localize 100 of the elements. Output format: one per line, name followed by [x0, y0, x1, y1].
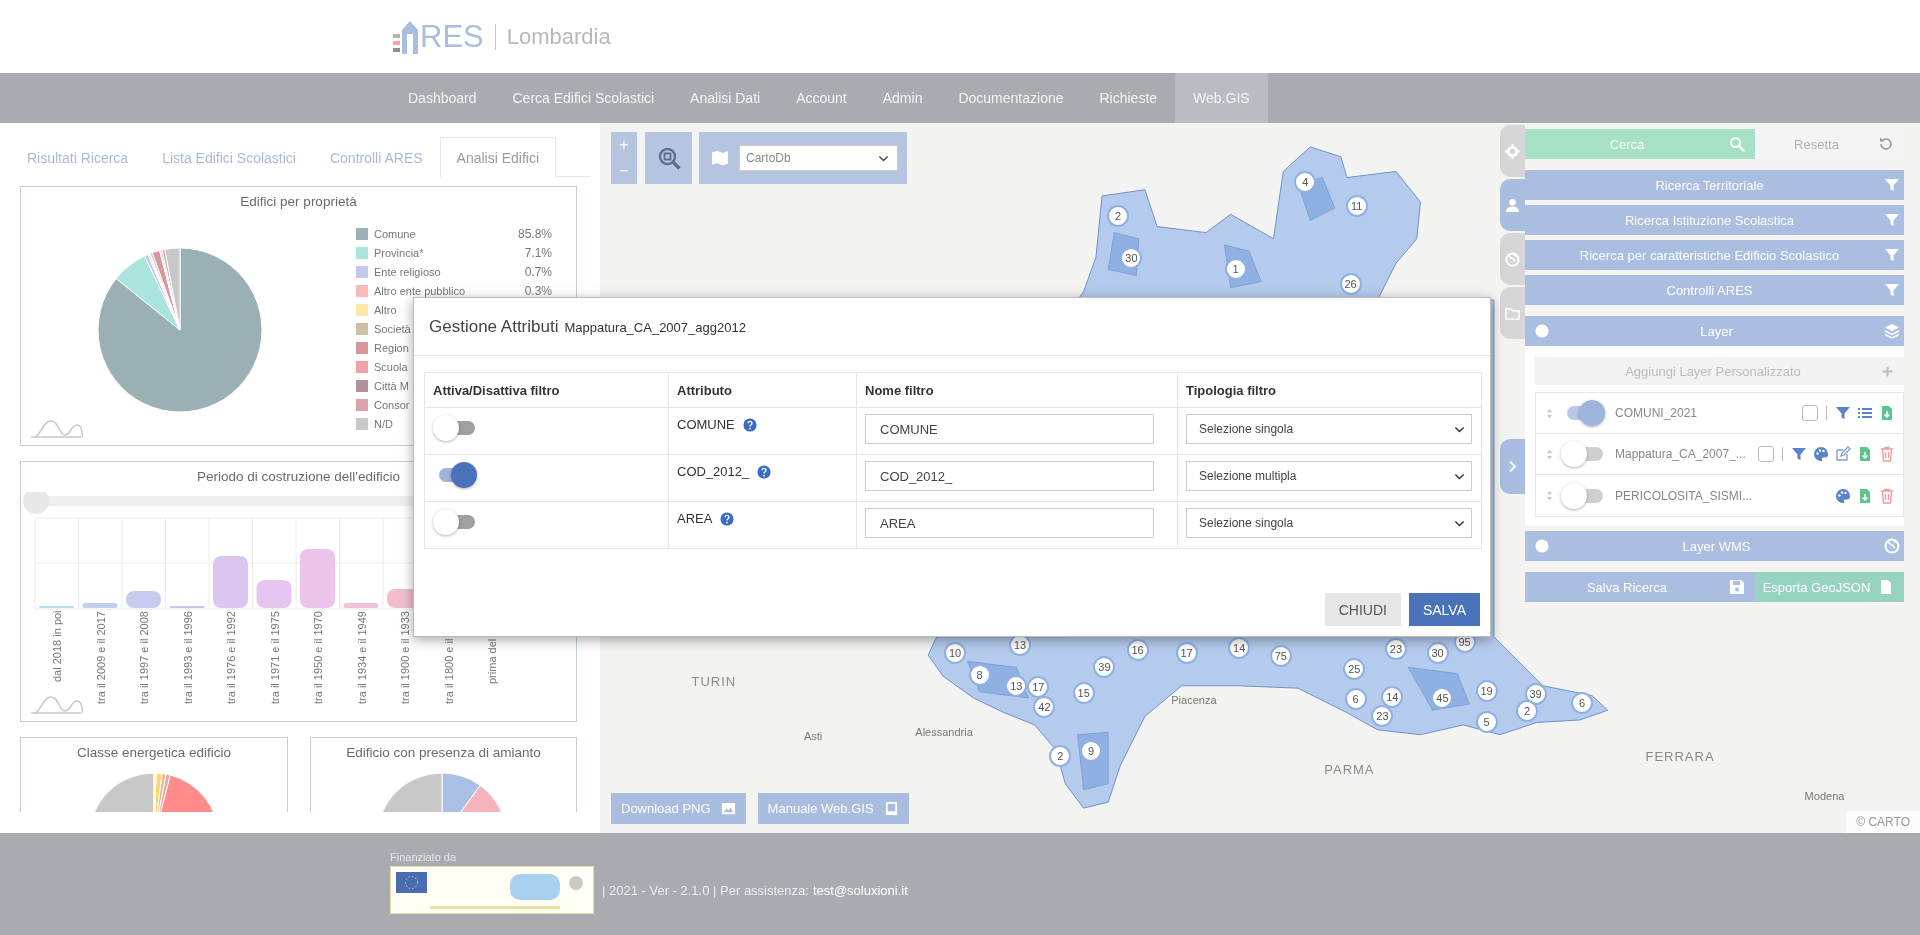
funded-by-text: Finanziato da: [390, 851, 458, 863]
drag-handle-icon[interactable]: [1544, 490, 1555, 501]
axis-label: tra il 1997 e il 2008: [138, 611, 150, 704]
logo-text: RES: [420, 18, 484, 55]
chart-title: Edifici per proprietà: [240, 194, 357, 209]
palette-icon[interactable]: [1835, 487, 1851, 504]
help-icon[interactable]: [720, 511, 735, 526]
list-icon[interactable]: [1857, 405, 1873, 421]
bar: [300, 549, 335, 608]
tablet-icon: [883, 801, 899, 816]
attribute-name: COD_2012_: [677, 464, 750, 479]
folder-icon: [1505, 305, 1520, 321]
axis-label: dal 2018 in poi: [51, 610, 63, 682]
toggle-switch[interactable]: [1561, 481, 1605, 510]
filter-icon: [1884, 212, 1900, 228]
edit-icon[interactable]: [1835, 446, 1851, 462]
axis-label: tra il 1934 e il 1949: [355, 611, 368, 704]
search-icon: [1729, 136, 1745, 152]
city-label: FERRARA: [1645, 748, 1715, 763]
column-header: Nome filtro: [856, 372, 1178, 408]
filter-icon: [1884, 177, 1900, 193]
legend-label: Consor: [374, 398, 410, 411]
globe-icon: [1505, 251, 1520, 267]
chart-title: Classe energetica edificio: [77, 745, 231, 760]
close-button[interactable]: CHIUDI: [1324, 593, 1401, 626]
filter-icon[interactable]: [1791, 446, 1807, 462]
legend-label: Altro: [374, 303, 397, 316]
legend-label: Provincia*: [374, 246, 424, 259]
globe-icon: [1884, 538, 1900, 554]
bar: [256, 580, 292, 608]
drag-handle-icon[interactable]: [1544, 448, 1555, 460]
side-tab[interactable]: [1500, 179, 1525, 231]
axis-label: tra il 1800 e il: [442, 638, 455, 704]
image-icon: [720, 801, 736, 816]
axis-label: tra il 1971 e il 1975: [268, 611, 281, 704]
legend-value: 0.3%: [524, 283, 552, 298]
drag-handle-icon[interactable]: [1544, 407, 1555, 419]
bar: [126, 591, 161, 608]
text-field[interactable]: COMUNE: [865, 414, 1154, 444]
layer-name: COMUNI_2021: [1615, 406, 1699, 420]
layer-name: PERICOLOSITA_SISMI...: [1615, 488, 1754, 503]
region-name: Lombardia: [494, 23, 611, 50]
dialog-title: Gestione Attributi: [429, 316, 559, 337]
column-header: Attiva/Disattiva filtro: [424, 372, 669, 408]
text-field[interactable]: AREA: [865, 508, 1154, 538]
help-icon[interactable]: [742, 417, 757, 432]
palette-icon[interactable]: [1813, 446, 1829, 462]
axis-label: prima del: [486, 638, 498, 684]
chart-logo-icon: [29, 695, 83, 715]
file-download-icon[interactable]: [1857, 446, 1873, 462]
layer-name: Mappatura_CA_2007_...: [1615, 447, 1747, 461]
save-button[interactable]: SALVA: [1408, 593, 1480, 626]
city-label: TURIN: [691, 673, 737, 689]
column-header: Attributo: [668, 372, 857, 408]
city-label: Alessandria: [915, 726, 973, 739]
select-field[interactable]: Selezione multipla: [1186, 461, 1472, 491]
side-tab[interactable]: [1500, 125, 1525, 177]
cluster-marker[interactable]: 6: [1571, 691, 1594, 714]
toggle-switch[interactable]: [433, 414, 477, 442]
file-download-icon[interactable]: [1879, 405, 1895, 421]
toggle-switch[interactable]: [433, 508, 477, 536]
filter-icon: [1884, 282, 1900, 298]
select-field[interactable]: Selezione singola: [1186, 508, 1472, 538]
axis-label: tra il 2009 e il 2017: [94, 611, 107, 704]
user-icon: [1505, 197, 1520, 213]
map-icon: [711, 149, 729, 167]
chart-title: Periodo di costruzione dell'edificio: [197, 469, 400, 484]
toggle-switch[interactable]: [1561, 440, 1605, 468]
legend-label: Comune: [374, 227, 416, 240]
checkbox[interactable]: [1758, 446, 1774, 462]
bar: [82, 603, 118, 608]
collapse-tab[interactable]: [1500, 439, 1525, 494]
axis-label: tra il 1900 e il 1933: [399, 611, 411, 704]
checkbox[interactable]: [1802, 405, 1818, 421]
zoom-extent-button[interactable]: [645, 132, 692, 184]
trash-icon[interactable]: [1879, 487, 1895, 504]
settings-icon: [1505, 143, 1520, 159]
legend-value: 7.1%: [524, 245, 552, 260]
layer-name: Mappatura_CA_2007_agg2012: [564, 320, 746, 335]
axis-label: tra il 1993 e il 1996: [181, 611, 194, 704]
chart-logo-icon: [29, 419, 83, 439]
trash-icon[interactable]: [1879, 446, 1895, 462]
legend-label: Ente religioso: [374, 265, 441, 278]
axis-label: tra il 1950 e il 1970: [312, 611, 324, 704]
side-tab[interactable]: [1500, 287, 1525, 339]
basemap-select[interactable]: CartoDb: [739, 145, 898, 171]
axis-label: tra il 1976 e il 1992: [225, 611, 237, 704]
city-label: Asti: [803, 729, 823, 742]
select-field[interactable]: Selezione singola: [1186, 414, 1472, 444]
attribution-text: © CARTO: [1846, 811, 1920, 833]
file-download-icon[interactable]: [1857, 487, 1873, 504]
legend-label: Altro ente pubblico: [374, 284, 466, 297]
version-text: | 2021 - Ver - 2.1.0 | Per assistenza:: [602, 882, 809, 898]
help-icon[interactable]: [757, 464, 772, 479]
legend-label: Scuola: [374, 360, 408, 373]
filter-icon[interactable]: [1835, 405, 1851, 421]
side-tab[interactable]: [1500, 233, 1525, 285]
attribute-name: COMUNE: [677, 417, 735, 432]
text-field[interactable]: COD_2012_: [865, 461, 1154, 491]
legend-label: Città M: [374, 379, 409, 392]
